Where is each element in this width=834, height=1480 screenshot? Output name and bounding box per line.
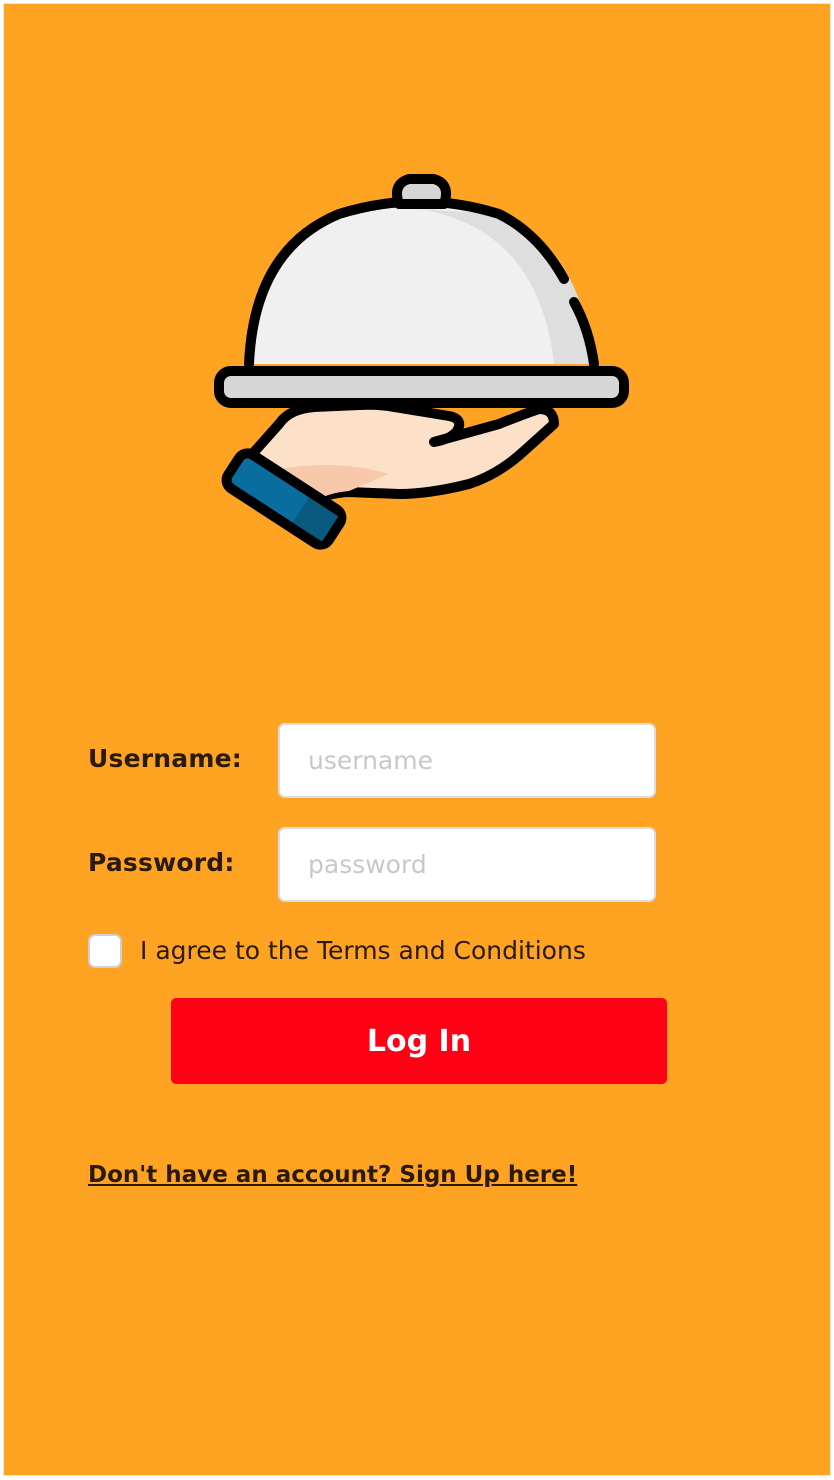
login-button[interactable]: Log In	[171, 998, 667, 1084]
login-screen: Username: Password: I agree to the Terms…	[3, 3, 831, 1476]
signup-link[interactable]: Don't have an account? Sign Up here!	[88, 1162, 577, 1188]
password-input[interactable]	[278, 827, 656, 902]
username-input[interactable]	[278, 723, 656, 798]
login-form: Username: Password: I agree to the Terms…	[4, 4, 830, 1475]
terms-label: I agree to the Terms and Conditions	[140, 936, 586, 965]
password-label: Password:	[88, 848, 235, 877]
terms-checkbox[interactable]	[88, 934, 122, 968]
username-label: Username:	[88, 744, 242, 773]
